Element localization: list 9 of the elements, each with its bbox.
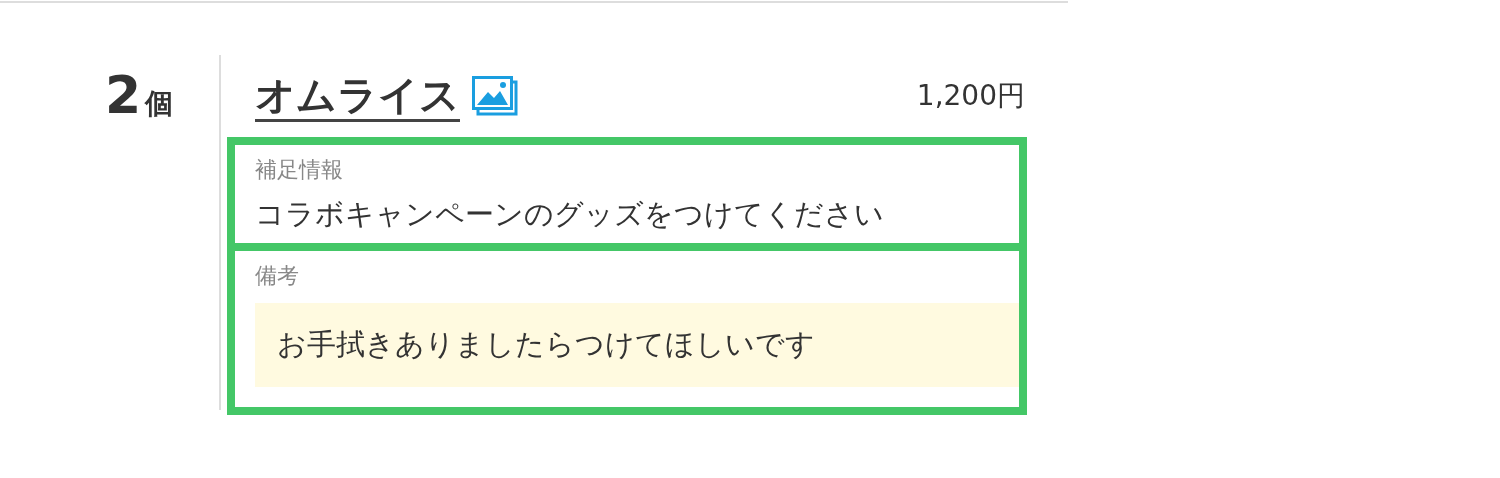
quantity-number: 2 [105, 65, 142, 125]
item-price: 1,200円 [916, 78, 1025, 114]
note-text: お手拭きありましたらつけてほしいです [255, 303, 1019, 387]
quantity-unit: 個 [145, 86, 174, 122]
field-value: コラボキャンペーンのグッズをつけてください [255, 196, 885, 233]
item-name[interactable]: オムライス [255, 70, 460, 122]
field-label: 備考 [255, 262, 300, 290]
field-label: 補足情報 [255, 156, 344, 184]
image-icon[interactable] [472, 76, 518, 116]
